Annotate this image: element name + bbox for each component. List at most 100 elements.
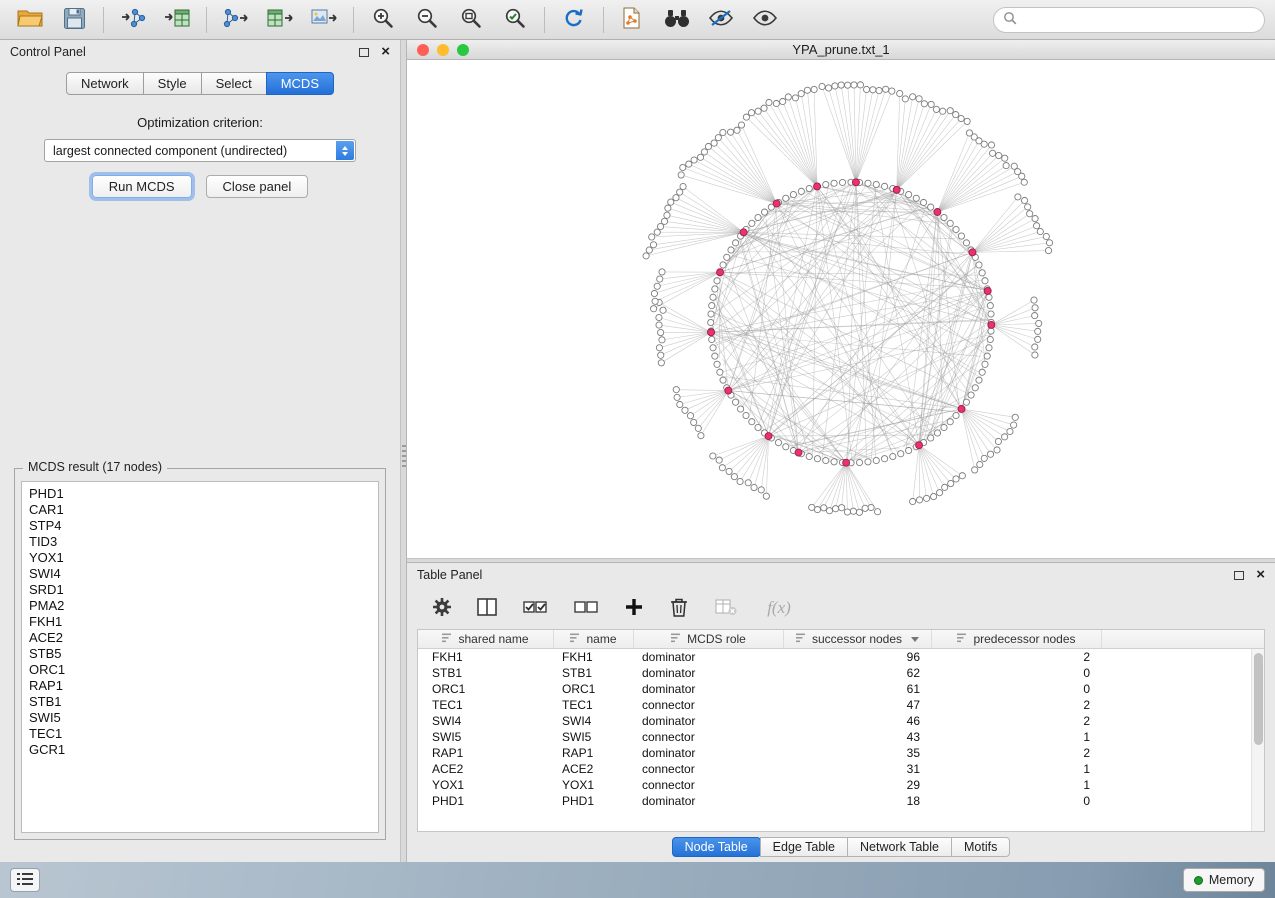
scrollbar-thumb[interactable] <box>1254 653 1263 745</box>
toolbar-search[interactable] <box>993 7 1265 33</box>
table-cell[interactable]: 2 <box>932 714 1102 728</box>
tab-select[interactable]: Select <box>201 72 267 95</box>
task-history-button[interactable] <box>10 868 40 892</box>
show-analysis-button[interactable] <box>745 4 785 36</box>
delete-table-button[interactable] <box>711 595 741 621</box>
tab-style[interactable]: Style <box>143 72 202 95</box>
table-cell[interactable]: 2 <box>932 698 1102 712</box>
table-cell[interactable]: connector <box>634 730 784 744</box>
mcds-list-item[interactable]: ORC1 <box>29 662 378 678</box>
table-cell[interactable]: 31 <box>784 762 932 776</box>
zoom-selected-button[interactable] <box>495 4 535 36</box>
tab-network[interactable]: Network <box>66 72 144 95</box>
table-cell[interactable]: SWI4 <box>418 714 554 728</box>
table-cell[interactable]: STB1 <box>418 666 554 680</box>
table-cell[interactable]: 18 <box>784 794 932 808</box>
table-cell[interactable]: YOX1 <box>554 778 634 792</box>
search-network-button[interactable] <box>657 4 697 36</box>
float-panel-icon[interactable] <box>359 48 369 57</box>
table-row[interactable]: PHD1PHD1dominator180 <box>418 793 1264 809</box>
window-maximize-icon[interactable] <box>457 44 469 56</box>
table-cell[interactable]: SWI4 <box>554 714 634 728</box>
delete-column-button[interactable] <box>666 595 692 621</box>
table-row[interactable]: RAP1RAP1dominator352 <box>418 745 1264 761</box>
window-close-icon[interactable] <box>417 44 429 56</box>
table-cell[interactable]: TEC1 <box>554 698 634 712</box>
tab-mcds[interactable]: MCDS <box>266 72 334 95</box>
mcds-list-item[interactable]: PHD1 <box>29 486 378 502</box>
mcds-list-item[interactable]: SRD1 <box>29 582 378 598</box>
table-settings-button[interactable] <box>429 595 455 621</box>
table-cell[interactable]: RAP1 <box>554 746 634 760</box>
table-cell[interactable]: dominator <box>634 666 784 680</box>
vertical-splitter[interactable] <box>400 40 407 862</box>
zoom-out-button[interactable] <box>407 4 447 36</box>
show-columns-button[interactable] <box>474 595 500 621</box>
table-cell[interactable]: dominator <box>634 682 784 696</box>
table-cell[interactable]: 0 <box>932 666 1102 680</box>
table-row[interactable]: TEC1TEC1connector472 <box>418 697 1264 713</box>
hide-analysis-button[interactable] <box>701 4 741 36</box>
table-cell[interactable]: dominator <box>634 714 784 728</box>
window-minimize-icon[interactable] <box>437 44 449 56</box>
criterion-dropdown[interactable]: largest connected component (undirected) <box>44 139 356 162</box>
table-cell[interactable]: STB1 <box>554 666 634 680</box>
table-cell[interactable]: ORC1 <box>554 682 634 696</box>
network-canvas[interactable] <box>407 60 1275 558</box>
mcds-list-item[interactable]: STB1 <box>29 694 378 710</box>
table-cell[interactable]: 0 <box>932 794 1102 808</box>
table-cell[interactable]: FKH1 <box>554 650 634 664</box>
export-network-button[interactable] <box>216 4 256 36</box>
column-header-shared-name[interactable]: shared name <box>418 630 554 648</box>
mcds-list-item[interactable]: STB5 <box>29 646 378 662</box>
import-table-button[interactable] <box>157 4 197 36</box>
zoom-fit-button[interactable] <box>451 4 491 36</box>
table-cell[interactable]: PHD1 <box>554 794 634 808</box>
table-cell[interactable]: ORC1 <box>418 682 554 696</box>
table-cell[interactable]: dominator <box>634 650 784 664</box>
deselect-all-button[interactable] <box>570 595 602 621</box>
mcds-list-item[interactable]: SWI4 <box>29 566 378 582</box>
table-cell[interactable]: YOX1 <box>418 778 554 792</box>
table-cell[interactable]: 47 <box>784 698 932 712</box>
search-input[interactable] <box>1023 13 1255 27</box>
table-row[interactable]: FKH1FKH1dominator962 <box>418 649 1264 665</box>
mcds-list-item[interactable]: PMA2 <box>29 598 378 614</box>
tab-network-table[interactable]: Network Table <box>847 837 952 857</box>
refresh-layout-button[interactable] <box>554 4 594 36</box>
table-cell[interactable]: SWI5 <box>554 730 634 744</box>
table-row[interactable]: ORC1ORC1dominator610 <box>418 681 1264 697</box>
tab-motifs[interactable]: Motifs <box>951 837 1010 857</box>
tab-edge-table[interactable]: Edge Table <box>760 837 848 857</box>
mcds-list-item[interactable]: TID3 <box>29 534 378 550</box>
save-session-button[interactable] <box>54 4 94 36</box>
table-row[interactable]: SWI4SWI4dominator462 <box>418 713 1264 729</box>
mcds-list-item[interactable]: TEC1 <box>29 726 378 742</box>
column-header-predecessor-nodes[interactable]: predecessor nodes <box>932 630 1102 648</box>
export-table-button[interactable] <box>260 4 300 36</box>
table-cell[interactable]: 1 <box>932 730 1102 744</box>
table-cell[interactable]: 61 <box>784 682 932 696</box>
run-mcds-button[interactable]: Run MCDS <box>92 175 192 198</box>
table-cell[interactable]: connector <box>634 762 784 776</box>
table-cell[interactable]: PHD1 <box>418 794 554 808</box>
table-cell[interactable]: 29 <box>784 778 932 792</box>
table-scrollbar[interactable] <box>1251 649 1264 831</box>
table-cell[interactable]: 2 <box>932 650 1102 664</box>
table-cell[interactable]: connector <box>634 778 784 792</box>
network-window-titlebar[interactable]: YPA_prune.txt_1 <box>407 40 1275 60</box>
mcds-list-item[interactable]: SWI5 <box>29 710 378 726</box>
table-cell[interactable]: ACE2 <box>554 762 634 776</box>
add-column-button[interactable] <box>621 595 647 621</box>
table-cell[interactable]: 35 <box>784 746 932 760</box>
share-document-button[interactable] <box>613 4 653 36</box>
table-cell[interactable]: 2 <box>932 746 1102 760</box>
table-cell[interactable]: dominator <box>634 746 784 760</box>
export-image-button[interactable] <box>304 4 344 36</box>
table-cell[interactable]: RAP1 <box>418 746 554 760</box>
open-session-button[interactable] <box>10 4 50 36</box>
table-cell[interactable]: FKH1 <box>418 650 554 664</box>
table-row[interactable]: YOX1YOX1connector291 <box>418 777 1264 793</box>
mcds-list-item[interactable]: GCR1 <box>29 742 378 758</box>
column-header-name[interactable]: name <box>554 630 634 648</box>
